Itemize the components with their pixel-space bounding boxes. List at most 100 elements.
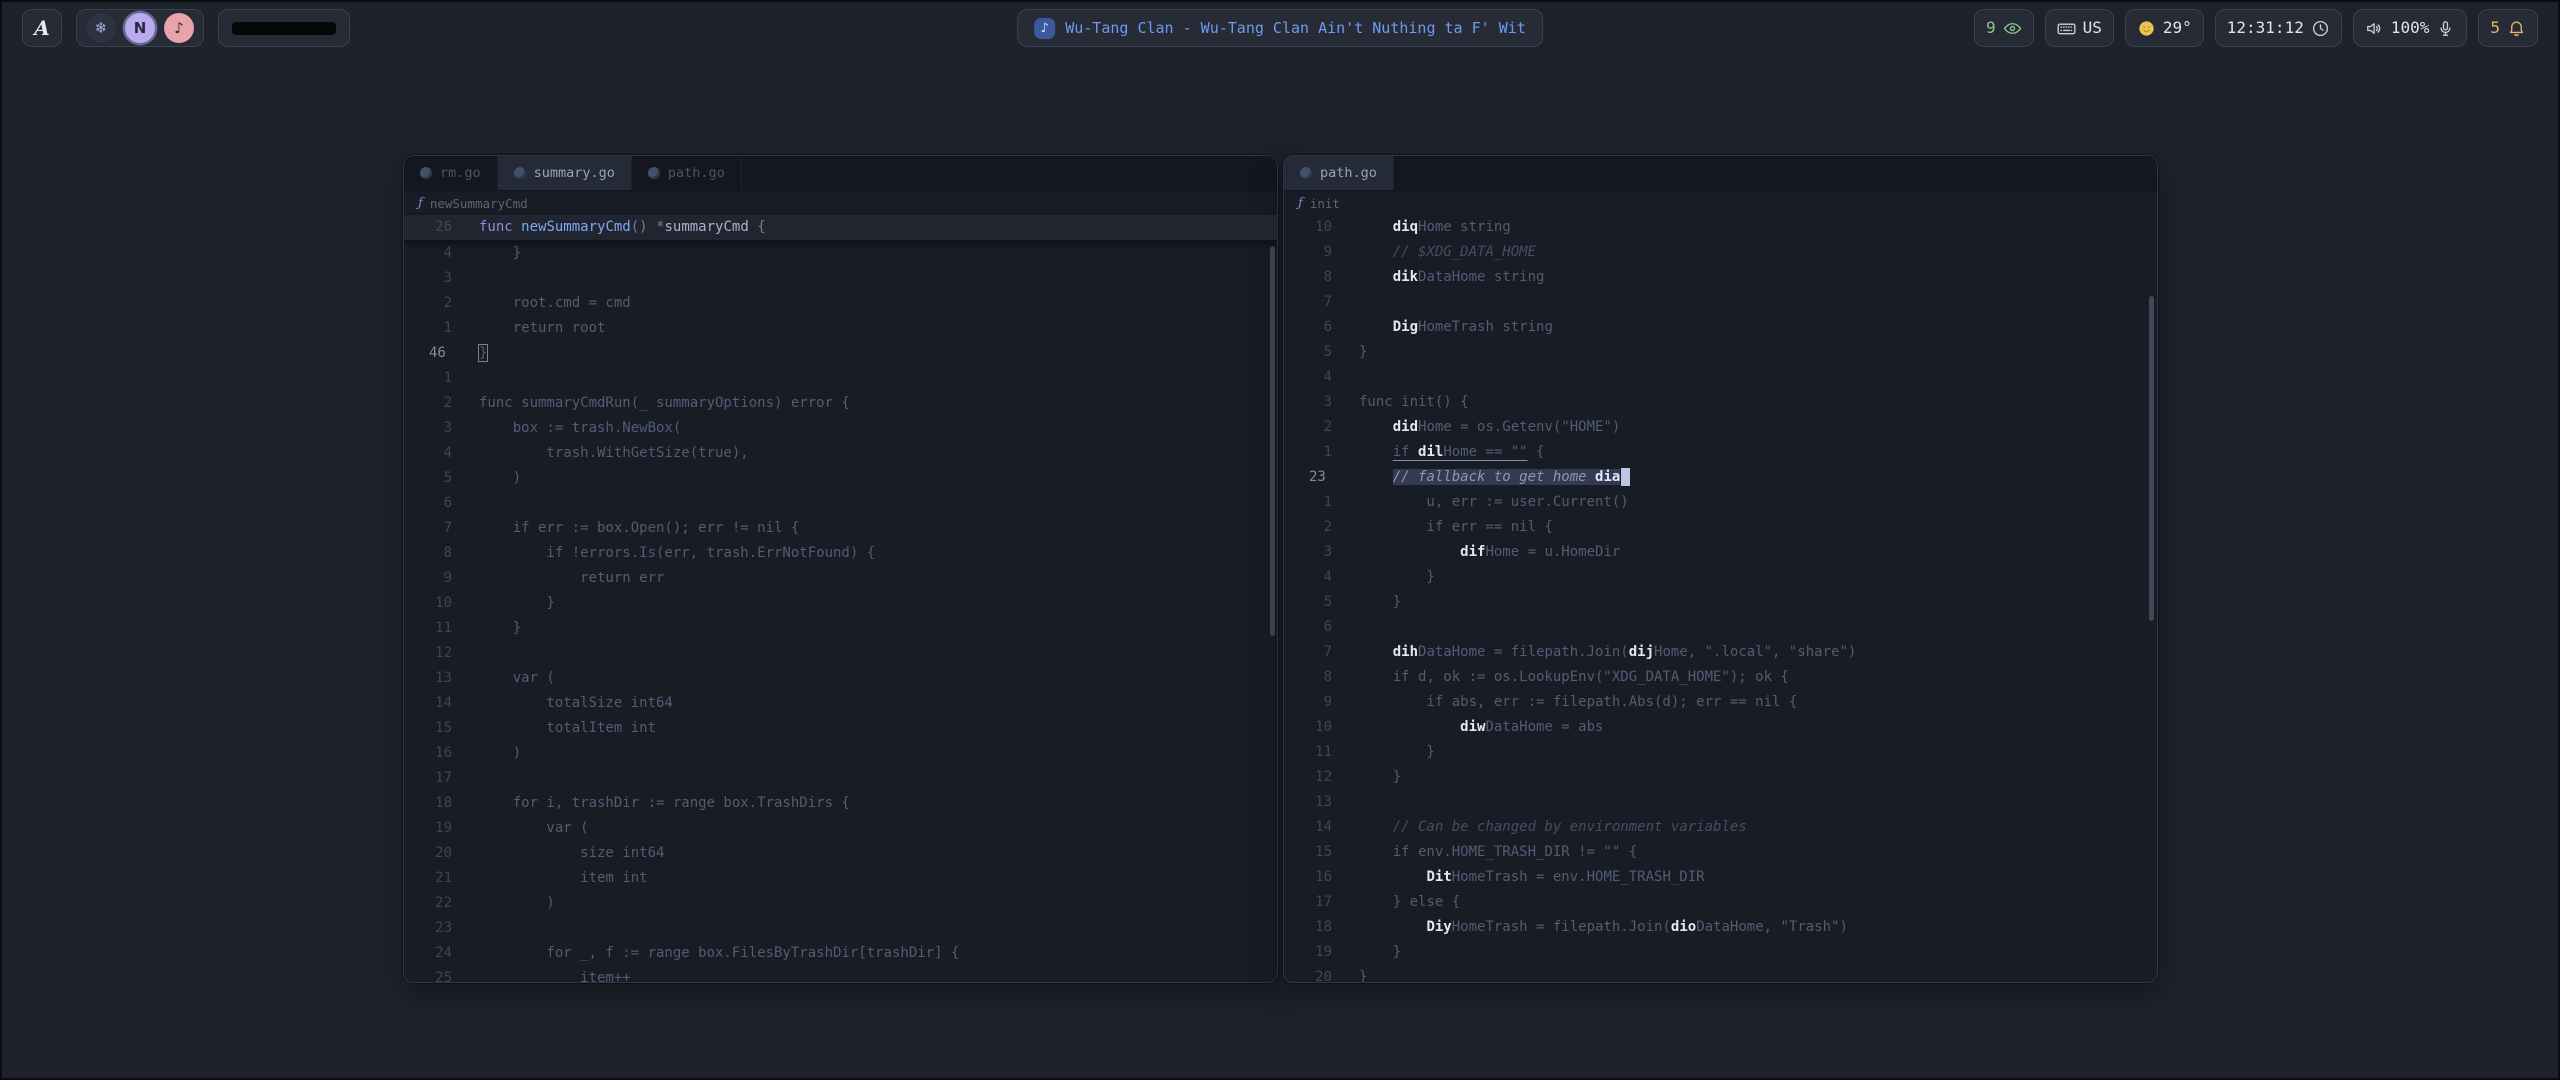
code-line[interactable]: 7 dihDataHome = filepath.Join(dijHome, "… (1284, 640, 2157, 665)
code-line[interactable]: 18 for i, trashDir := range box.TrashDir… (404, 791, 1277, 816)
code-line[interactable]: 13 (1284, 790, 2157, 815)
code-line[interactable]: 8 if !errors.Is(err, trash.ErrNotFound) … (404, 541, 1277, 566)
code-text: root.cmd = cmd (479, 291, 631, 316)
clock-time: 12:31:12 (2227, 20, 2304, 36)
workspace-button-2[interactable]: N (125, 13, 155, 43)
code-line[interactable]: 6 (1284, 615, 2157, 640)
code-line[interactable]: 16 ) (404, 741, 1277, 766)
music-player-pill[interactable]: ♪ Wu-Tang Clan - Wu-Tang Clan Ain't Nuth… (1017, 9, 1543, 47)
code-line[interactable]: 4 trash.WithGetSize(true), (404, 441, 1277, 466)
line-number: 8 (404, 541, 452, 566)
code-line[interactable]: 1 u, err := user.Current() (1284, 490, 2157, 515)
code-line[interactable]: 19 } (1284, 940, 2157, 965)
code-line[interactable]: 6 (404, 491, 1277, 516)
code-line[interactable]: 16 DitHomeTrash = env.HOME_TRASH_DIR (1284, 865, 2157, 890)
code-line[interactable]: 4 } (404, 241, 1277, 266)
tab-rm.go[interactable]: rm.go (404, 156, 498, 190)
code-line[interactable]: 12 (404, 641, 1277, 666)
code-line[interactable]: 22 ) (404, 891, 1277, 916)
code-line[interactable]: 4 } (1284, 565, 2157, 590)
code-line[interactable]: 4 (1284, 365, 2157, 390)
line-number: 11 (1284, 740, 1332, 765)
code-line[interactable]: 7 if err := box.Open(); err != nil { (404, 516, 1277, 541)
code-line[interactable]: 9 return err (404, 566, 1277, 591)
code-line[interactable]: 2 didHome = os.Getenv("HOME") (1284, 415, 2157, 440)
code-line[interactable]: 9 if abs, err := filepath.Abs(d); err ==… (1284, 690, 2157, 715)
code-line[interactable]: 9 // $XDG_DATA_HOME (1284, 240, 2157, 265)
code-text: dikDataHome string (1359, 265, 1544, 290)
code-line[interactable]: 18 DiyHomeTrash = filepath.Join(dioDataH… (1284, 915, 2157, 940)
code-line[interactable]: 1 return root (404, 316, 1277, 341)
launcher-button[interactable]: A (22, 9, 62, 47)
code-line[interactable]: 8 dikDataHome string (1284, 265, 2157, 290)
code-line[interactable]: 23 (404, 916, 1277, 941)
code-line[interactable]: 2func summaryCmdRun(_ summaryOptions) er… (404, 391, 1277, 416)
code-line[interactable]: 23 // fallback to get home dia (1284, 465, 2157, 490)
code-line[interactable]: 5 ) (404, 466, 1277, 491)
go-file-icon (420, 167, 432, 179)
code-line[interactable]: 25 item++ (404, 966, 1277, 983)
code-line[interactable]: 11 } (404, 616, 1277, 641)
breadcrumb-label: newSummaryCmd (430, 196, 528, 211)
code-line[interactable]: 17 } else { (1284, 890, 2157, 915)
line-number: 7 (1284, 290, 1332, 315)
code-line[interactable]: 3 (404, 266, 1277, 291)
code-line[interactable]: 7 (1284, 290, 2157, 315)
line-number: 1 (1284, 490, 1332, 515)
code-line[interactable]: 14 // Can be changed by environment vari… (1284, 815, 2157, 840)
code-line[interactable]: 19 var ( (404, 816, 1277, 841)
code-line[interactable]: 5 } (1284, 590, 2157, 615)
workspace-button-3[interactable]: ♪ (164, 13, 194, 43)
code-line[interactable]: 24 for _, f := range box.FilesByTrashDir… (404, 941, 1277, 966)
line-number: 6 (1284, 315, 1332, 340)
code-line[interactable]: 10 diwDataHome = abs (1284, 715, 2157, 740)
code-line[interactable]: 15 totalItem int (404, 716, 1277, 741)
line-number: 8 (1284, 265, 1332, 290)
code-line[interactable]: 12 } (1284, 765, 2157, 790)
active-window-title[interactable] (218, 9, 350, 47)
code-line[interactable]: 46} (404, 341, 1277, 366)
code-line[interactable]: 10 diqHome string (1284, 215, 2157, 240)
code-text: for i, trashDir := range box.TrashDirs { (479, 791, 850, 816)
code-line[interactable]: 1 (404, 366, 1277, 391)
tab-path.go[interactable]: path.go (1284, 156, 1394, 190)
line-number: 12 (1284, 765, 1332, 790)
code-line[interactable]: 6 DigHomeTrash string (1284, 315, 2157, 340)
recording-count: 9 (1986, 20, 1996, 36)
code-line[interactable]: 2 root.cmd = cmd (404, 291, 1277, 316)
tab-path.go[interactable]: path.go (632, 156, 742, 190)
code-line[interactable]: 5} (1284, 340, 2157, 365)
code-text: } else { (1359, 890, 1460, 915)
code-line[interactable]: 14 totalSize int64 (404, 691, 1277, 716)
keyboard-layout-pill[interactable]: US (2045, 9, 2114, 47)
code-text: if err := box.Open(); err != nil { (479, 516, 799, 541)
code-line[interactable]: 20 size int64 (404, 841, 1277, 866)
line-number: 19 (404, 816, 452, 841)
code-line[interactable]: 1 if dilHome == "" { (1284, 440, 2157, 465)
line-number: 4 (404, 441, 452, 466)
line-number: 2 (1284, 515, 1332, 540)
code-line[interactable]: 20} (1284, 965, 2157, 983)
code-line[interactable]: 2 if err == nil { (1284, 515, 2157, 540)
code-line[interactable]: 3 difHome = u.HomeDir (1284, 540, 2157, 565)
right-editor-pane: path.go ƒ init 10 diqHome string9 // $XD… (1283, 155, 2158, 983)
code-line[interactable]: 15 if env.HOME_TRASH_DIR != "" { (1284, 840, 2157, 865)
tab-summary.go[interactable]: summary.go (498, 156, 632, 190)
code-line[interactable]: 26func newSummaryCmd() *summaryCmd { (404, 215, 1277, 240)
recording-pill[interactable]: 9 (1974, 9, 2034, 47)
code-line[interactable]: 8 if d, ok := os.LookupEnv("XDG_DATA_HOM… (1284, 665, 2157, 690)
code-line[interactable]: 13 var ( (404, 666, 1277, 691)
line-number: 4 (1284, 565, 1332, 590)
code-line[interactable]: 3func init() { (1284, 390, 2157, 415)
code-line[interactable]: 10 } (404, 591, 1277, 616)
code-line[interactable]: 3 box := trash.NewBox( (404, 416, 1277, 441)
notifications-pill[interactable]: 5 (2478, 9, 2538, 47)
volume-pill[interactable]: 100% (2353, 9, 2468, 47)
line-number: 5 (404, 466, 452, 491)
weather-pill[interactable]: 29° (2125, 9, 2204, 47)
clock-pill[interactable]: 12:31:12 (2215, 9, 2342, 47)
code-line[interactable]: 11 } (1284, 740, 2157, 765)
workspace-button-1[interactable]: ❄ (86, 13, 116, 43)
code-line[interactable]: 17 (404, 766, 1277, 791)
code-line[interactable]: 21 item int (404, 866, 1277, 891)
